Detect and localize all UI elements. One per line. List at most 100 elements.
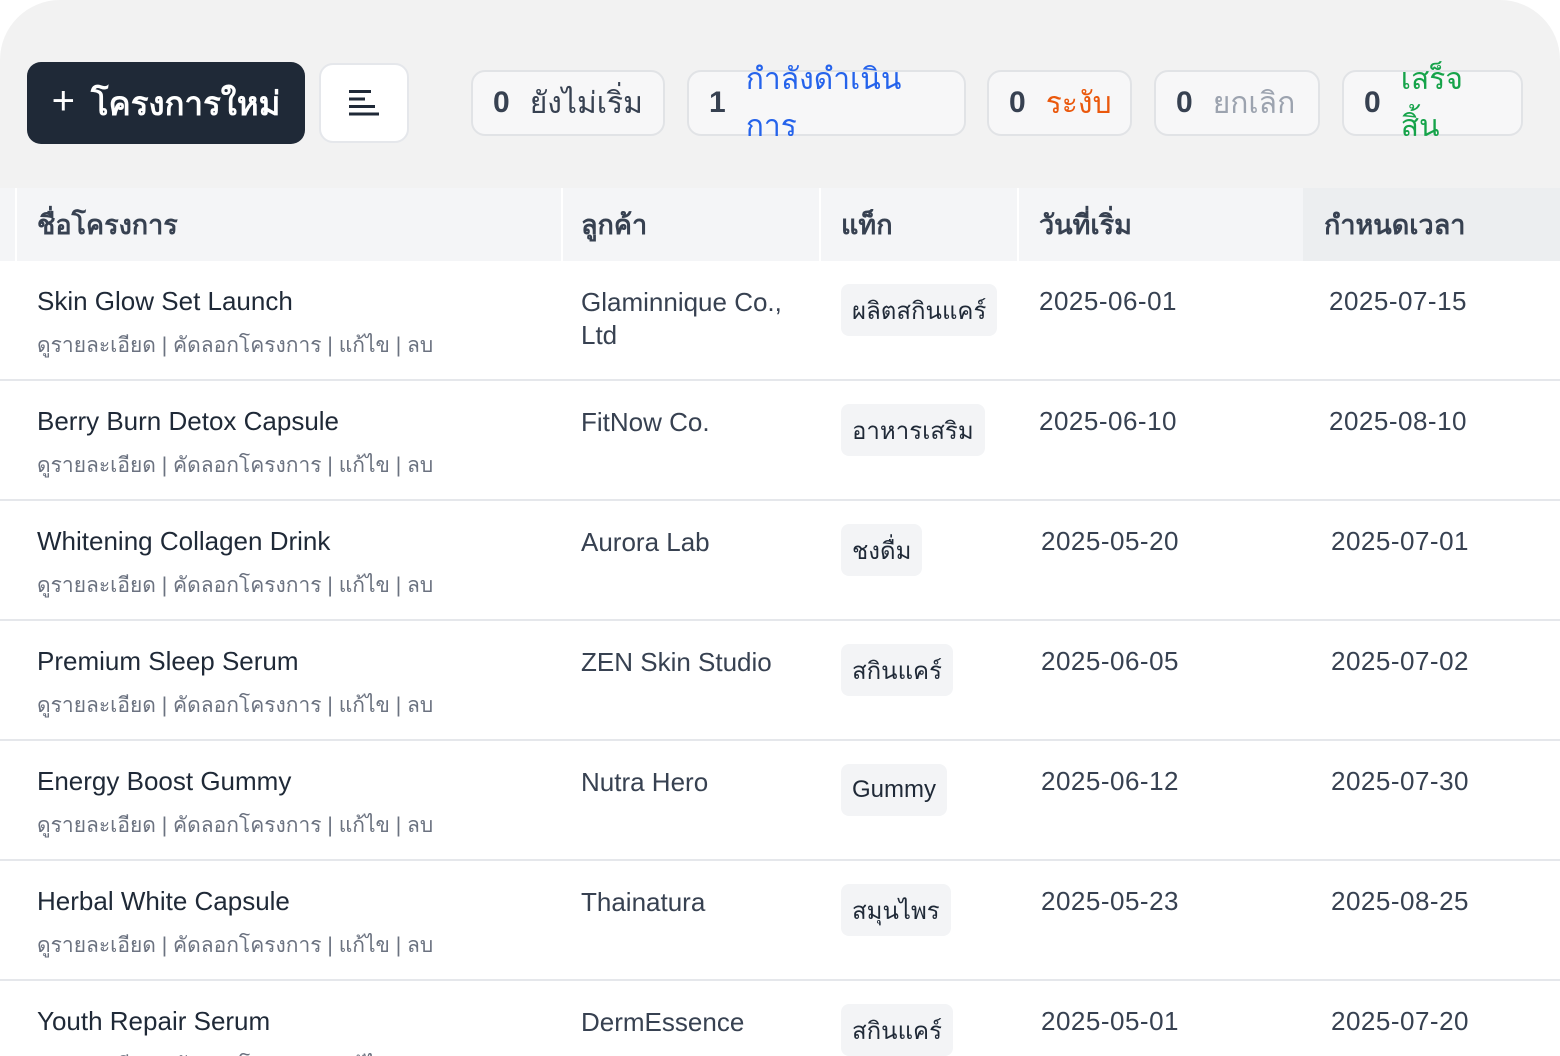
chip-label: ระงับ [1045,86,1112,120]
copy-project-link[interactable]: คัดลอกโครงการ [173,814,322,837]
new-project-button[interactable]: + โครงการใหม่ [27,62,305,144]
view-details-link[interactable]: ดูรายละเอียด [37,454,156,477]
action-separator: | [389,814,407,837]
app-frame: + โครงการใหม่ 0 ยังไม่เริ่ม 1 กำลังดำเนิ… [0,0,1560,1056]
plus-icon: + [51,79,75,123]
action-separator: | [389,574,407,597]
action-separator: | [321,694,339,717]
due-date: 2025-07-02 [1331,646,1469,676]
view-details-link[interactable]: ดูรายละเอียด [37,934,156,957]
tag-badge: สกินแคร์ [841,644,953,696]
view-details-link[interactable]: ดูรายละเอียด [37,334,156,357]
due-date: 2025-07-15 [1329,286,1467,316]
delete-link[interactable]: ลบ [407,694,433,717]
project-name[interactable]: Youth Repair Serum [37,1006,270,1037]
chip-count: 0 [1176,86,1193,119]
status-chip-completed[interactable]: 0 เสร็จสิ้น [1342,63,1523,143]
delete-link[interactable]: ลบ [407,574,433,597]
table-row[interactable]: Premium Sleep Serum ดูรายละเอียด | คัดลอก… [0,621,1560,741]
action-separator: | [321,934,339,957]
action-separator: | [155,454,174,477]
table-row[interactable]: Whitening Collagen Drink ดูรายละเอียด | ค… [0,501,1560,621]
chip-label: เสร็จสิ้น [1400,63,1463,143]
align-left-icon [349,90,379,116]
view-details-link[interactable]: ดูรายละเอียด [37,694,156,717]
client-name: Aurora Lab [581,527,710,557]
chip-count: 1 [709,86,726,119]
action-separator: | [389,454,407,477]
action-separator: | [155,934,174,957]
edit-link[interactable]: แก้ไข [339,694,390,717]
edit-link[interactable]: แก้ไข [339,574,390,597]
start-date: 2025-05-23 [1041,886,1179,916]
column-header-due-date[interactable]: กำหนดเวลา [1324,188,1465,261]
table-row[interactable]: Herbal White Capsule ดูรายละเอียด | คัดลอ… [0,861,1560,981]
tag-badge: สมุนไพร [841,884,951,936]
column-header-start-date[interactable]: วันที่เริ่ม [1039,188,1132,261]
tag-badge: ชงดื่ม [841,524,923,576]
status-chip-not-started[interactable]: 0 ยังไม่เริ่ม [471,70,665,136]
delete-link[interactable]: ลบ [407,334,433,357]
action-separator: | [155,694,174,717]
action-separator: | [321,814,339,837]
project-name[interactable]: Herbal White Capsule [37,886,290,917]
chip-count: 0 [1364,86,1381,119]
column-header-client[interactable]: ลูกค้า [581,188,647,261]
delete-link[interactable]: ลบ [407,934,433,957]
status-chip-cancelled[interactable]: 0 ยกเลิก [1154,70,1320,136]
project-name[interactable]: Premium Sleep Serum [37,646,299,677]
start-date: 2025-06-10 [1039,406,1177,436]
table-header: ชื่อโครงการ ลูกค้า แท็ก วันที่เริ่ม กำหน… [0,188,1560,261]
due-date: 2025-08-10 [1329,406,1467,436]
view-details-link[interactable]: ดูรายละเอียด [37,814,156,837]
sort-button[interactable] [319,63,409,143]
row-actions: ดูรายละเอียด | คัดลอกโครงการ | แก้ไข | ล… [37,569,433,602]
project-name[interactable]: Energy Boost Gummy [37,766,291,797]
copy-project-link[interactable]: คัดลอกโครงการ [173,574,322,597]
tag-badge: สกินแคร์ [841,1004,953,1056]
tag-badge: อาหารเสริม [841,404,985,456]
project-name[interactable]: Whitening Collagen Drink [37,526,330,557]
copy-project-link[interactable]: คัดลอกโครงการ [173,454,322,477]
column-header-project-name[interactable]: ชื่อโครงการ [37,188,178,261]
table-row[interactable]: Berry Burn Detox Capsule ดูรายละเอียด | ค… [0,381,1560,501]
action-separator: | [321,454,339,477]
status-chip-in-progress[interactable]: 1 กำลังดำเนินการ [687,63,966,143]
table-row[interactable]: Skin Glow Set Launch ดูรายละเอียด | คัดลอ… [0,261,1560,381]
project-name[interactable]: Berry Burn Detox Capsule [37,406,339,437]
row-actions: ดูรายละเอียด | คัดลอกโครงการ | แก้ไข | ล… [37,689,433,722]
action-separator: | [155,814,174,837]
client-name: Nutra Hero [581,767,709,797]
start-date: 2025-06-05 [1041,646,1179,676]
start-date: 2025-05-20 [1041,526,1179,556]
status-chip-on-hold[interactable]: 0 ระงับ [987,70,1132,136]
due-date: 2025-08-25 [1331,886,1469,916]
edit-link[interactable]: แก้ไข [339,814,390,837]
projects-table: ชื่อโครงการ ลูกค้า แท็ก วันที่เริ่ม กำหน… [0,188,1560,1056]
edit-link[interactable]: แก้ไข [339,334,390,357]
action-separator: | [155,574,174,597]
edit-link[interactable]: แก้ไข [339,934,390,957]
copy-project-link[interactable]: คัดลอกโครงการ [173,694,322,717]
column-header-tag[interactable]: แท็ก [841,188,893,261]
chip-count: 0 [493,86,510,119]
start-date: 2025-06-12 [1041,766,1179,796]
due-date: 2025-07-30 [1331,766,1469,796]
client-name: Thainatura [581,887,706,917]
table-row[interactable]: Energy Boost Gummy ดูรายละเอียด | คัดลอกโ… [0,741,1560,861]
delete-link[interactable]: ลบ [407,454,433,477]
edit-link[interactable]: แก้ไข [339,454,390,477]
copy-project-link[interactable]: คัดลอกโครงการ [173,934,322,957]
view-details-link[interactable]: ดูรายละเอียด [37,574,156,597]
toolbar: + โครงการใหม่ 0 ยังไม่เริ่ม 1 กำลังดำเนิ… [0,0,1560,188]
table-row[interactable]: Youth Repair Serum ดูรายละเอียด | คัดลอกโ… [0,981,1560,1056]
project-name[interactable]: Skin Glow Set Launch [37,286,293,317]
copy-project-link[interactable]: คัดลอกโครงการ [173,334,322,357]
start-date: 2025-06-01 [1039,286,1177,316]
chip-count: 0 [1009,86,1026,119]
delete-link[interactable]: ลบ [407,814,433,837]
chip-label: ยังไม่เริ่ม [529,86,643,120]
client-name: Glaminnique Co., Ltd [581,287,782,350]
row-actions: ดูรายละเอียด | คัดลอกโครงการ | แก้ไข | ล… [37,449,433,482]
row-actions: ดูรายละเอียด | คัดลอกโครงการ | แก้ไข | ล… [37,809,433,842]
